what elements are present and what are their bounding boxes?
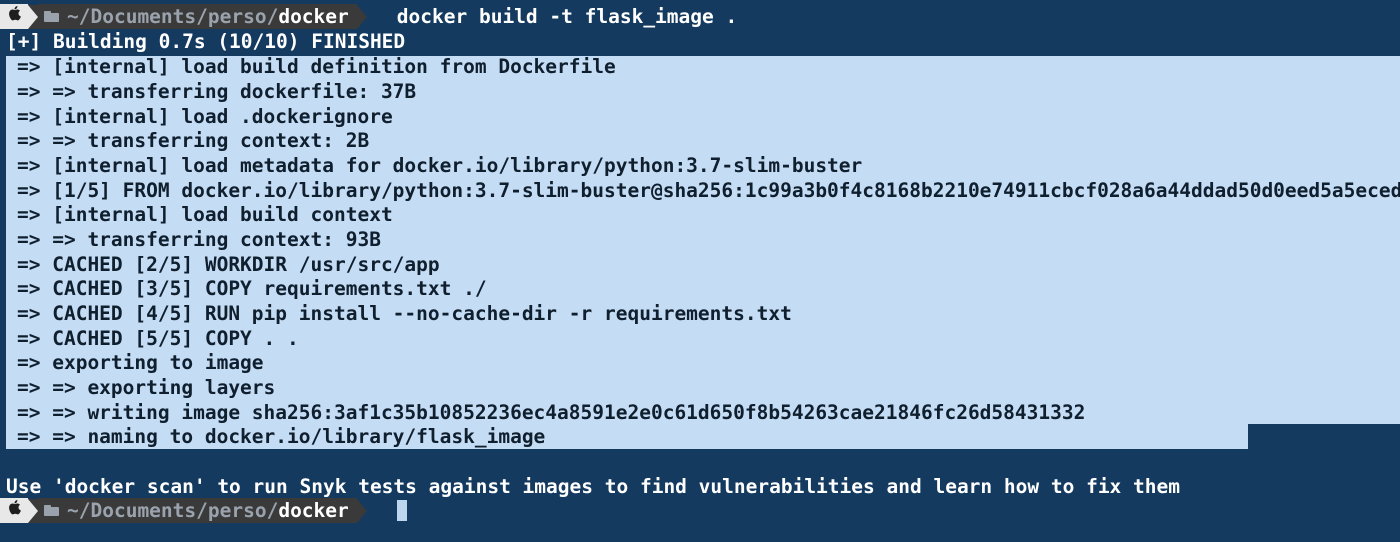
output-line: => CACHED [5/5] COPY . .	[17, 327, 299, 350]
prompt-path-prefix: ~/Documents/perso/	[67, 499, 279, 522]
apple-icon	[8, 4, 22, 29]
output-line: => => naming to docker.io/library/flask_…	[17, 425, 546, 448]
output-line: => [internal] load metadata for docker.i…	[17, 154, 863, 177]
prompt-separator-icon	[28, 498, 38, 523]
output-line: => [internal] load .dockerignore	[17, 105, 393, 128]
prompt-path-current: docker	[278, 5, 349, 28]
prompt-apple-segment	[0, 4, 28, 29]
apple-icon	[8, 498, 22, 523]
prompt-path-segment: ~/Documents/perso/docker	[38, 498, 357, 523]
scan-hint: Use 'docker scan' to run Snyk tests agai…	[6, 475, 1180, 498]
output-line: => => writing image sha256:3af1c35b10852…	[17, 401, 1086, 424]
prompt-path-current: docker	[278, 499, 349, 522]
output-line: => [1/5] FROM docker.io/library/python:3…	[17, 179, 1400, 202]
command-text: docker build -t flask_image .	[396, 5, 738, 28]
folder-icon	[44, 11, 59, 22]
output-line: => CACHED [3/5] COPY requirements.txt ./	[17, 277, 487, 300]
output-line: => => transferring context: 93B	[17, 228, 381, 251]
output-line: => CACHED [4/5] RUN pip install --no-cac…	[17, 302, 792, 325]
prompt-path-segment: ~/Documents/perso/docker	[38, 4, 357, 29]
build-status: [+] Building 0.7s (10/10) FINISHED	[6, 30, 406, 53]
output-line: => [internal] load build context	[17, 203, 393, 226]
output-line: => => transferring dockerfile: 37B	[17, 80, 417, 103]
output-line: => exporting to image	[17, 351, 264, 374]
prompt-separator-icon	[28, 4, 38, 29]
prompt-line-1: ~/Documents/perso/docker docker build -t…	[0, 4, 737, 29]
prompt-path-prefix: ~/Documents/perso/	[67, 5, 279, 28]
prompt-apple-segment	[0, 498, 28, 523]
prompt-end-arrow-icon	[356, 4, 367, 29]
folder-icon	[44, 505, 59, 516]
output-line: => CACHED [2/5] WORKDIR /usr/src/app	[17, 253, 440, 276]
output-line: => => transferring context: 2B	[17, 129, 370, 152]
prompt-line-2[interactable]: ~/Documents/perso/docker	[0, 498, 407, 523]
output-line: => [internal] load build definition from…	[17, 55, 616, 78]
terminal-cursor[interactable]	[396, 500, 407, 521]
prompt-end-arrow-icon	[356, 498, 367, 523]
output-line: => => exporting layers	[17, 376, 276, 399]
